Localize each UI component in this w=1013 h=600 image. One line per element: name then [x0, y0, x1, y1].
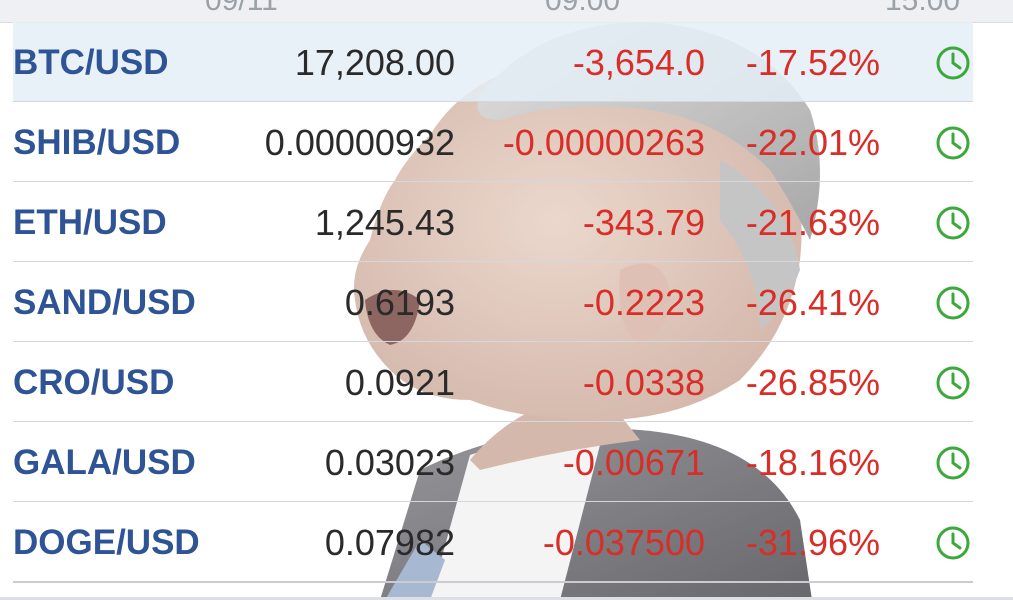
percent-change: -22.01% — [745, 122, 880, 163]
last-price: 1,245.43 — [314, 202, 455, 243]
quote-row[interactable]: GALA/USD 0.03023 -0.00671 -18.16% — [13, 422, 973, 502]
price-change: -0.2223 — [582, 282, 705, 323]
price-change: -3,654.0 — [572, 42, 705, 83]
quote-row[interactable]: CRO/USD 0.0921 -0.0338 -26.85% — [13, 342, 973, 422]
quote-table: BTC/USD 17,208.00 -3,654.0 -17.52% SHIB/… — [13, 22, 973, 583]
column-header-time-2: 15:00 — [885, 0, 961, 17]
symbol-label: SHIB/USD — [13, 123, 181, 162]
percent-change: -18.16% — [745, 442, 880, 483]
percent-change: -21.63% — [745, 202, 880, 243]
symbol-label: SAND/USD — [13, 283, 196, 322]
column-header-date: 09/11 — [205, 0, 278, 17]
symbol-label: CRO/USD — [13, 363, 175, 402]
symbol-label: ETH/USD — [13, 203, 167, 242]
quote-row[interactable]: SAND/USD 0.6193 -0.2223 -26.41% — [13, 262, 973, 342]
last-price: 0.03023 — [324, 442, 455, 483]
quote-row[interactable]: BTC/USD 17,208.00 -3,654.0 -17.52% — [13, 22, 973, 102]
last-price: 0.0921 — [344, 362, 455, 403]
column-header-strip: 09/11 09:00 15:00 — [0, 0, 1013, 23]
quotes-screen: 09/11 09:00 15:00 BTC/USD 17,208.00 -3,6… — [0, 0, 1013, 600]
last-price: 0.07982 — [324, 522, 455, 563]
percent-change: -26.41% — [745, 282, 880, 323]
price-change: -0.00671 — [562, 442, 705, 483]
symbol-label: GALA/USD — [13, 443, 196, 482]
clock-icon[interactable] — [935, 445, 971, 481]
price-change: -343.79 — [582, 202, 705, 243]
price-change: -0.0338 — [582, 362, 705, 403]
clock-icon[interactable] — [935, 365, 971, 401]
percent-change: -17.52% — [745, 42, 880, 83]
clock-icon[interactable] — [935, 45, 971, 81]
quote-row[interactable]: SHIB/USD 0.00000932 -0.00000263 -22.01% — [13, 102, 973, 182]
clock-icon[interactable] — [935, 525, 971, 561]
symbol-label: BTC/USD — [13, 43, 169, 82]
price-change: -0.00000263 — [502, 122, 705, 163]
price-change: -0.037500 — [542, 522, 705, 563]
clock-icon[interactable] — [935, 205, 971, 241]
last-price: 0.00000932 — [264, 122, 455, 163]
quote-row[interactable]: ETH/USD 1,245.43 -343.79 -21.63% — [13, 182, 973, 262]
clock-icon[interactable] — [935, 125, 971, 161]
percent-change: -31.96% — [745, 522, 880, 563]
last-price: 17,208.00 — [294, 42, 455, 83]
symbol-label: DOGE/USD — [13, 523, 200, 562]
quote-row[interactable]: DOGE/USD 0.07982 -0.037500 -31.96% — [13, 502, 973, 583]
percent-change: -26.85% — [745, 362, 880, 403]
clock-icon[interactable] — [935, 285, 971, 321]
last-price: 0.6193 — [344, 282, 455, 323]
column-header-time: 09:00 — [545, 0, 621, 17]
